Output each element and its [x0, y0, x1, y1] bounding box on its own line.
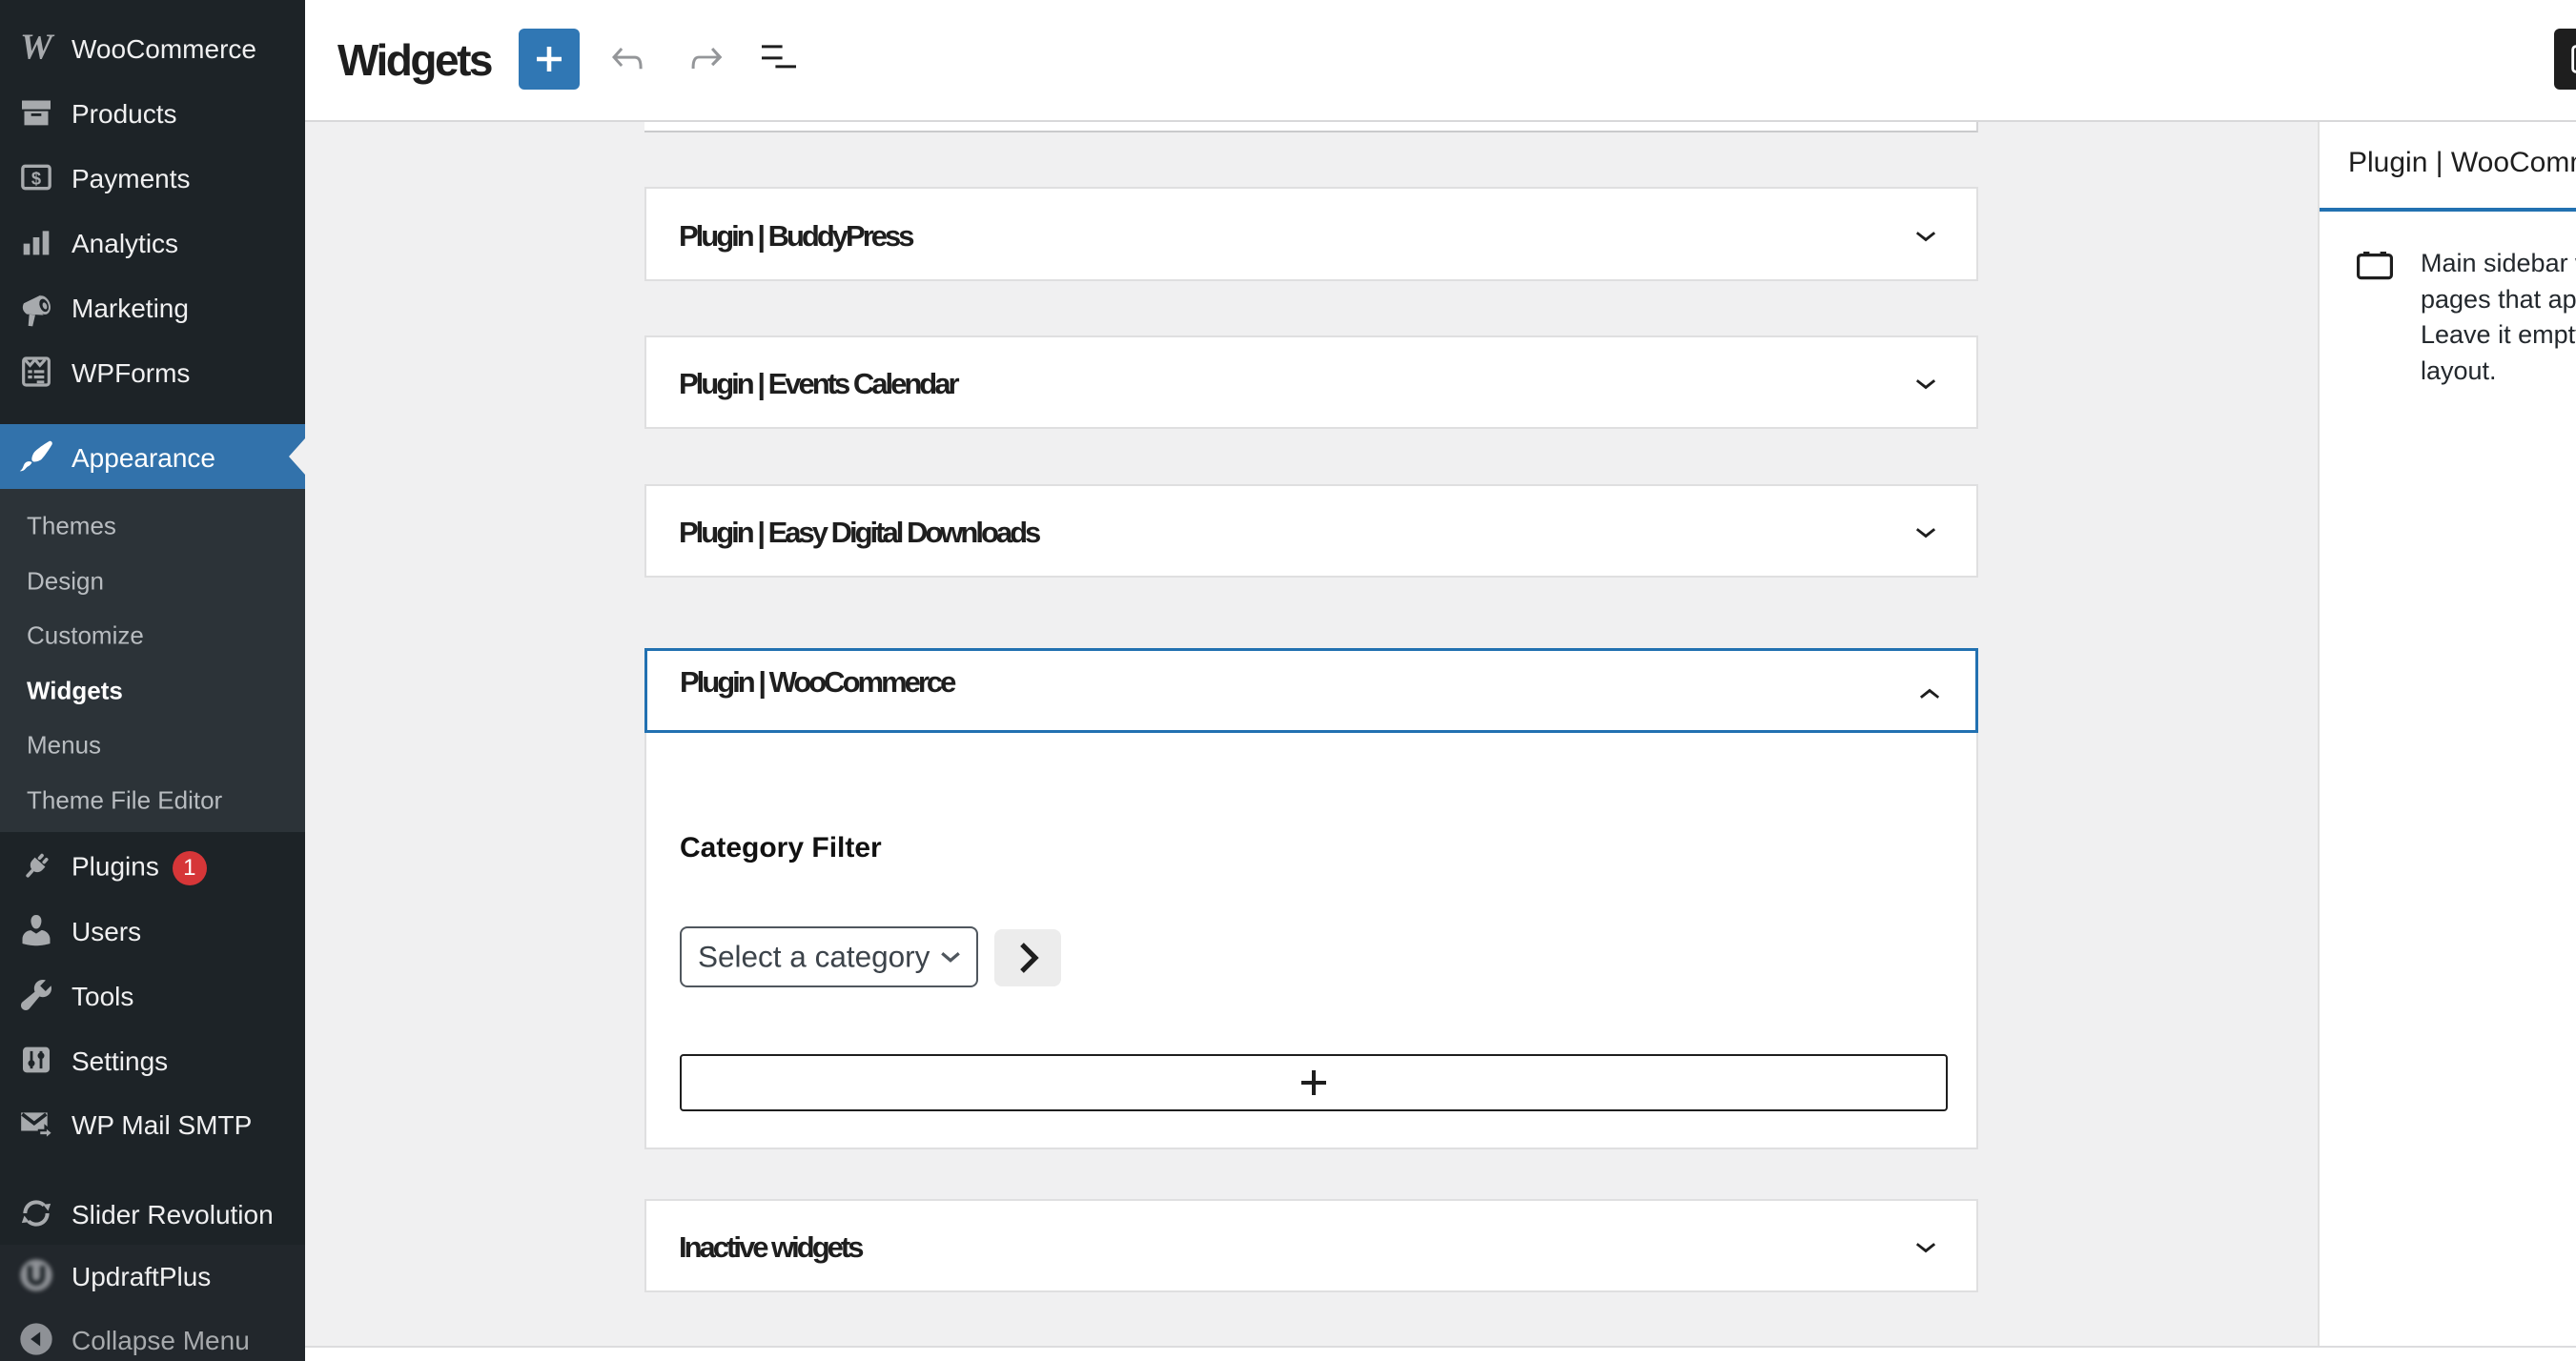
svg-text:W: W — [20, 29, 55, 67]
svg-text:$: $ — [31, 169, 41, 189]
